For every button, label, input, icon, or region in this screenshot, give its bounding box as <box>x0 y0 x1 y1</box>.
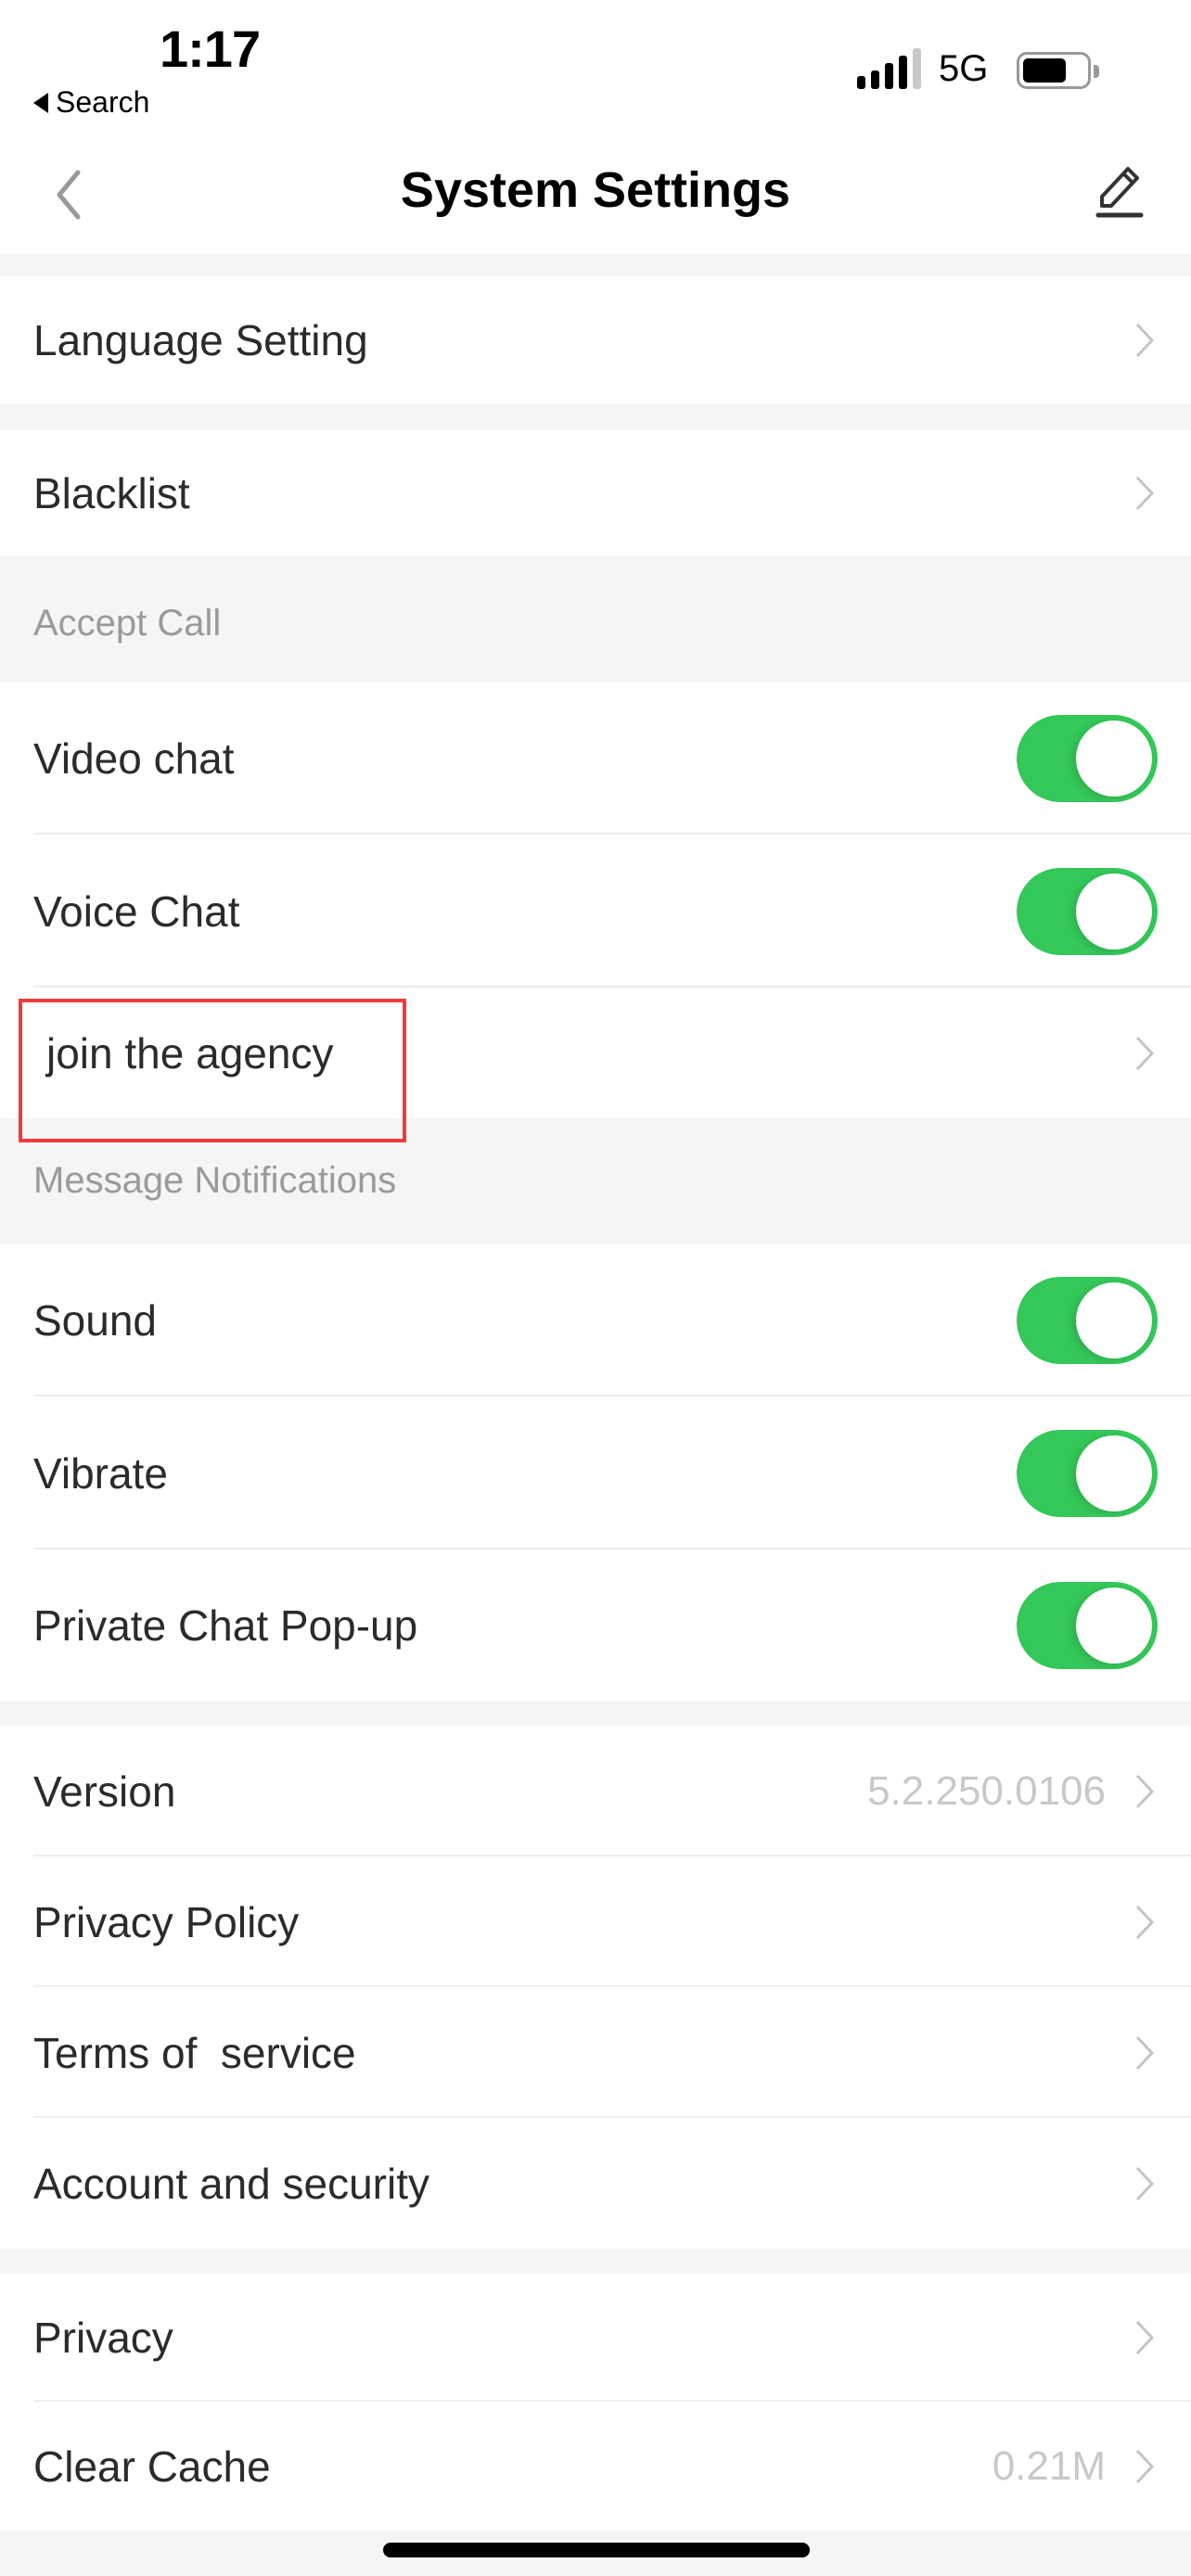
row-label: Voice Chat <box>33 886 240 936</box>
row-label: Blacklist <box>33 469 190 517</box>
row-label: Sound <box>33 1295 158 1345</box>
back-app-label: Search <box>56 85 150 119</box>
private-chat-popup-toggle[interactable] <box>1017 1582 1158 1669</box>
sound-row: Sound <box>0 1243 1191 1396</box>
row-label: Account and security <box>33 2159 430 2208</box>
chevron-right-icon <box>1135 2449 1155 2483</box>
chevron-right-icon <box>1135 476 1155 511</box>
row-label: Version <box>33 1766 176 1816</box>
row-label: Language Setting <box>33 316 368 364</box>
voice-chat-row: Voice Chat <box>0 835 1191 988</box>
vibrate-toggle[interactable] <box>1017 1429 1158 1517</box>
row-label: join the agency <box>46 1028 334 1078</box>
chevron-right-icon <box>1135 2320 1155 2354</box>
status-time: 1:17 <box>160 19 261 78</box>
home-indicator <box>383 2543 810 2557</box>
row-label: Privacy <box>33 2313 173 2362</box>
chevron-right-icon <box>1135 2166 1155 2200</box>
blacklist-row[interactable]: Blacklist <box>0 430 1191 556</box>
page-title: System Settings <box>400 162 791 218</box>
row-label: Privacy Policy <box>33 1897 300 1946</box>
pencil-icon <box>1095 167 1144 218</box>
cache-size-value: 0.21M <box>992 2442 1106 2489</box>
back-triangle-icon <box>33 92 48 113</box>
row-label: Private Chat Pop-up <box>33 1601 418 1650</box>
clear-cache-row[interactable]: Clear Cache 0.21M <box>0 2402 1191 2531</box>
chevron-right-icon <box>1135 1905 1155 1939</box>
network-type: 5G <box>939 48 989 89</box>
terms-of-service-row[interactable]: Terms of service <box>0 1987 1191 2118</box>
section-header-accept-call: Accept Call <box>0 556 1191 682</box>
section-header-message-notifications: Message Notifications <box>0 1118 1191 1243</box>
voice-chat-toggle[interactable] <box>1017 867 1158 955</box>
join-agency-row[interactable]: join the agency <box>0 988 1191 1118</box>
video-chat-toggle[interactable] <box>1017 714 1158 802</box>
row-label: Terms of service <box>33 2028 356 2077</box>
row-label: Vibrate <box>33 1448 168 1498</box>
privacy-row[interactable]: Privacy <box>0 2273 1191 2402</box>
back-to-app-link[interactable]: Search <box>33 85 149 120</box>
battery-icon <box>1017 52 1099 89</box>
vibrate-row: Vibrate <box>0 1396 1191 1549</box>
privacy-policy-row[interactable]: Privacy Policy <box>0 1856 1191 1987</box>
sound-toggle[interactable] <box>1017 1276 1158 1364</box>
chevron-right-icon <box>1135 2035 1155 2070</box>
row-label: Clear Cache <box>33 2442 271 2491</box>
video-chat-row: Video chat <box>0 682 1191 835</box>
private-chat-popup-row: Private Chat Pop-up <box>0 1549 1191 1702</box>
signal-icon <box>857 48 921 89</box>
chevron-right-icon <box>1135 323 1155 358</box>
account-security-row[interactable]: Account and security <box>0 2118 1191 2249</box>
version-value: 5.2.250.0106 <box>867 1767 1106 1814</box>
row-label: Video chat <box>33 733 235 783</box>
status-bar: 1:17 Search 5G <box>0 0 1191 130</box>
chevron-right-icon <box>1135 1774 1155 1808</box>
nav-bar: System Settings <box>0 130 1191 254</box>
edit-button[interactable] <box>1091 163 1146 221</box>
version-row[interactable]: Version 5.2.250.0106 <box>0 1726 1191 1856</box>
chevron-right-icon <box>1135 1036 1155 1070</box>
language-setting-row[interactable]: Language Setting <box>0 276 1191 404</box>
